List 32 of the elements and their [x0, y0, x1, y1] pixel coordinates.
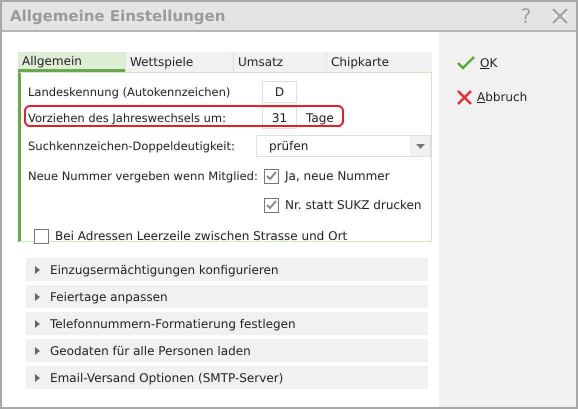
caret-icon: [35, 374, 40, 382]
caret-icon: [35, 292, 40, 300]
section-header[interactable]: Email-Versand Optionen (SMTP-Server): [26, 366, 428, 389]
checkbox[interactable]: [264, 198, 279, 212]
cross-icon: [457, 90, 472, 104]
field-label: Suchkennzeichen-Doppeldeutigkeit:: [27, 138, 236, 155]
field-label: Landeskennung (Autokennzeichen): [27, 84, 232, 101]
section-header[interactable]: Geodaten für alle Personen laden: [26, 339, 428, 362]
field-label: Neue Nummer vergeben wenn Mitglied:: [27, 168, 259, 185]
section-header[interactable]: Einzugsermächtigungen konfigurieren: [26, 258, 428, 281]
input-field[interactable]: 31: [262, 107, 297, 129]
caret-icon: [35, 266, 40, 274]
dropdown-arrow-icon: [416, 144, 424, 148]
ok-button[interactable]: OK: [457, 54, 576, 72]
tab[interactable]: Allgemein: [18, 52, 125, 72]
window-title: Allgemeine Einstellungen: [10, 6, 226, 27]
field-label: Vorziehen des Jahreswechsels um:: [27, 110, 228, 127]
checkbox[interactable]: [264, 168, 279, 184]
cancel-button[interactable]: Abbruch: [457, 88, 576, 106]
checkbox-label: Bei Adressen Leerzeile zwischen Strasse und Ort: [55, 228, 348, 245]
caret-icon: [35, 320, 40, 328]
input-field[interactable]: D: [262, 81, 297, 103]
checkbox[interactable]: [34, 228, 49, 244]
caret-icon: [35, 346, 40, 354]
section-header[interactable]: Telefonnummern-Formatierung festlegen: [26, 312, 428, 335]
dropdown[interactable]: prüfen: [256, 135, 431, 157]
unit-label: Tage: [306, 110, 334, 127]
section-header[interactable]: Feiertage anpassen: [26, 285, 428, 308]
checkmark-icon: [457, 56, 475, 70]
checkbox-label: Nr. statt SUKZ drucken: [285, 197, 422, 214]
close-icon: [552, 8, 568, 24]
checkbox-label: Ja, neue Nummer: [285, 168, 390, 185]
